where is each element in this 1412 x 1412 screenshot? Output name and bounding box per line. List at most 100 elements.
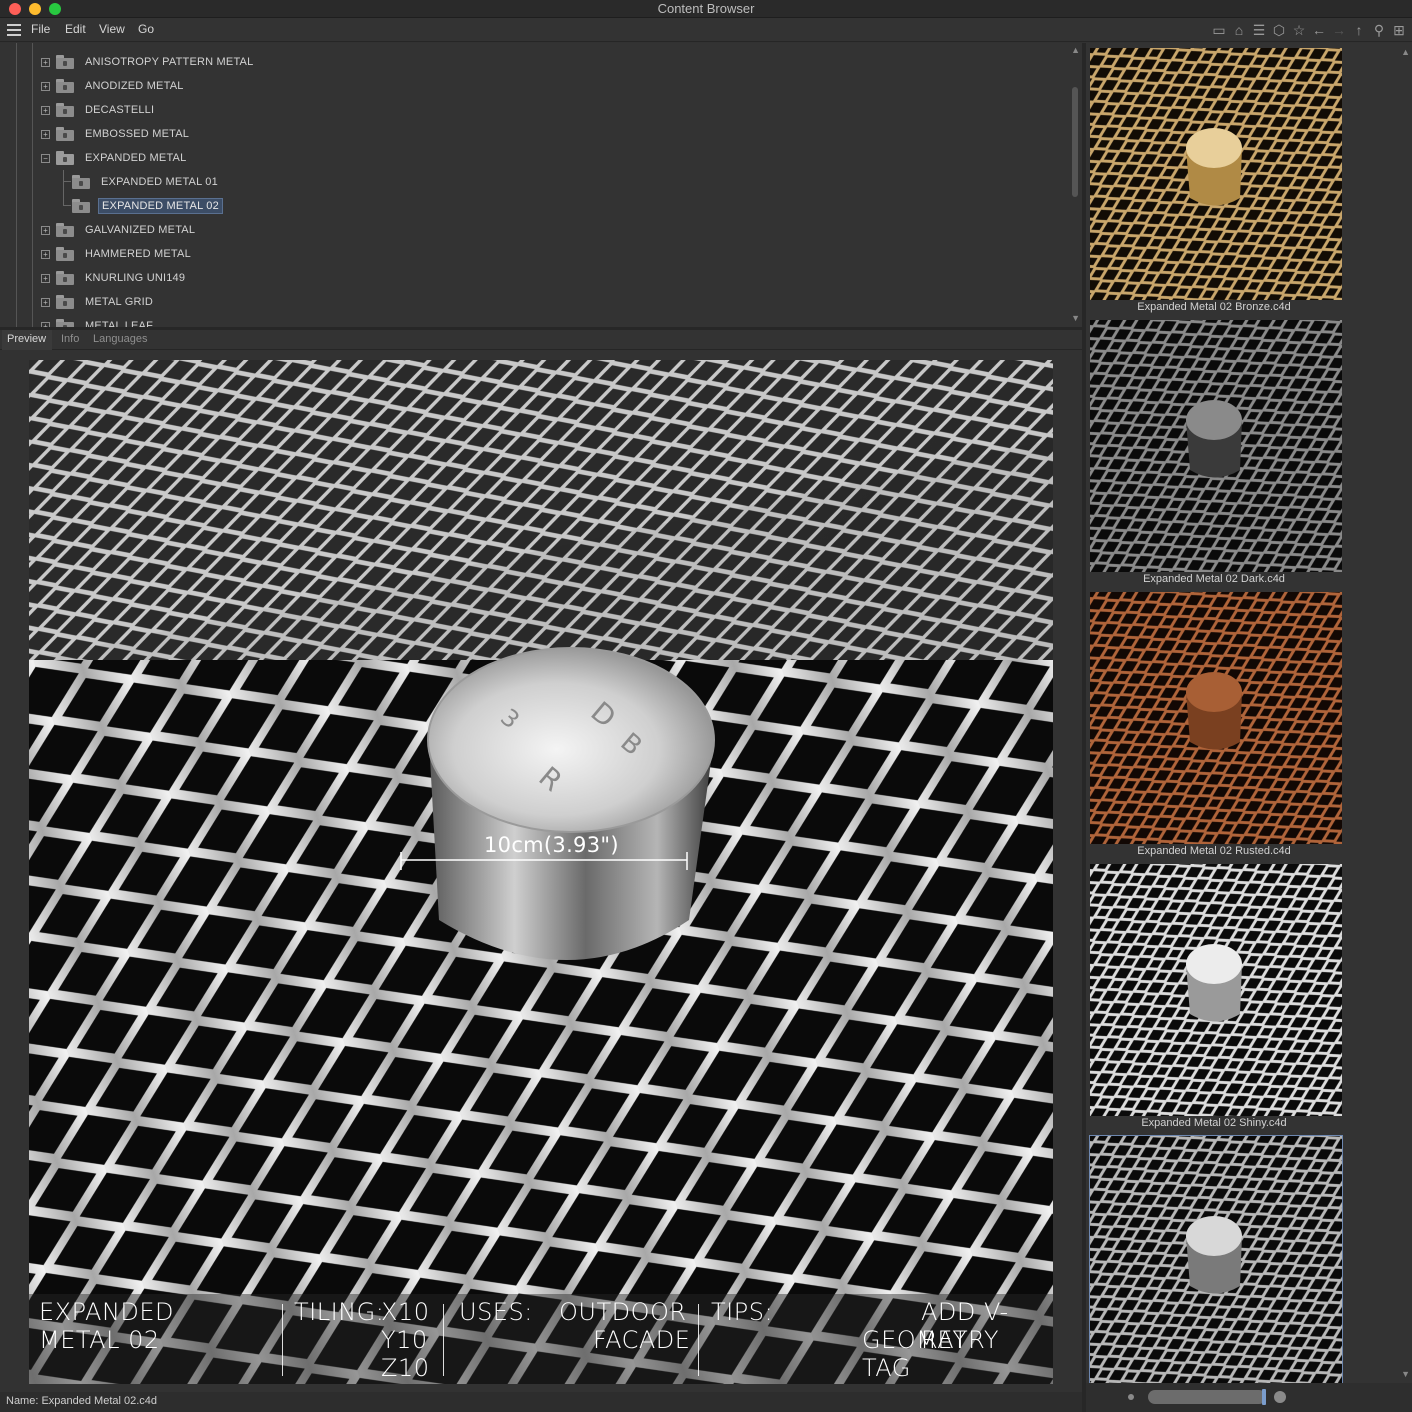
caption-tiling-label: TILING:	[294, 1298, 385, 1326]
expand-icon[interactable]: +	[41, 273, 50, 283]
tree-item-metal-leaf[interactable]: + METAL LEAF	[41, 315, 156, 327]
tree-item-decastelli[interactable]: + DECASTELLI	[41, 99, 157, 121]
folder-lock-icon	[56, 247, 74, 261]
folder-lock-icon	[56, 223, 74, 237]
folder-lock-icon	[56, 127, 74, 141]
zoom-slider[interactable]	[1148, 1390, 1266, 1404]
box-icon[interactable]: ⬡	[1270, 20, 1288, 40]
tree-item-expanded-metal-01[interactable]: EXPANDED METAL 01	[72, 171, 221, 193]
status-bar: Name: Expanded Metal 02.c4d	[0, 1392, 1082, 1412]
preview-tabs: Preview Info Languages	[0, 330, 1082, 350]
tree-item-label: EMBOSSED METAL	[85, 128, 190, 140]
caption-divider	[698, 1304, 699, 1376]
tab-info[interactable]: Info	[61, 333, 79, 345]
scroll-down-icon[interactable]: ▼	[1071, 313, 1080, 323]
tree-guide-line	[16, 43, 17, 327]
window-title: Content Browser	[657, 1, 755, 16]
tree-item-label: DECASTELLI	[85, 104, 155, 116]
title-bar: Content Browser	[0, 0, 1412, 18]
folder-lock-icon	[56, 55, 74, 69]
tree-item-embossed[interactable]: + EMBOSSED METAL	[41, 123, 192, 145]
tree-item-label: METAL LEAF	[85, 320, 154, 327]
menu-view[interactable]: View	[99, 22, 125, 36]
back-icon[interactable]: ←	[1310, 20, 1328, 40]
tree-item-label: ANISOTROPY PATTERN METAL	[85, 56, 254, 68]
caption-tips-label: TIPS:	[711, 1298, 774, 1326]
status-name: Name: Expanded Metal 02.c4d	[6, 1395, 158, 1407]
dimension-label: 10cm(3.93")	[484, 833, 619, 857]
thumbnail-zoom-bar	[1086, 1383, 1412, 1412]
expand-icon[interactable]: +	[41, 225, 50, 235]
tree-item-expanded-metal-02[interactable]: EXPANDED METAL 02	[72, 195, 223, 217]
tree-scrollbar[interactable]	[1072, 87, 1078, 197]
tree-item-label: EXPANDED METAL 01	[101, 176, 218, 188]
tree-item-hammered[interactable]: + HAMMERED METAL	[41, 243, 194, 265]
tree-item-metal-grid[interactable]: + METAL GRID	[41, 291, 156, 313]
menu-go[interactable]: Go	[138, 22, 154, 36]
zoom-in-icon[interactable]	[1274, 1391, 1286, 1403]
expanded-metal-render: D B 3 R	[29, 360, 1053, 1384]
home-icon[interactable]: ⌂	[1230, 20, 1248, 40]
tree-item-label: KNURLING UNI149	[85, 272, 186, 284]
expand-icon[interactable]: +	[41, 57, 50, 67]
thumbnail-image	[1090, 320, 1342, 572]
tree-item-label: HAMMERED METAL	[85, 248, 191, 260]
menu-file[interactable]: File	[31, 22, 50, 36]
folder-open-lock-icon	[56, 151, 74, 165]
thumbnail-image	[1090, 1136, 1342, 1383]
expand-icon[interactable]: +	[41, 297, 50, 307]
hamburger-menu-icon[interactable]	[7, 24, 21, 36]
tab-languages[interactable]: Languages	[93, 333, 147, 345]
thumbnail-bronze[interactable]	[1090, 48, 1342, 300]
folder-lock-icon	[56, 295, 74, 309]
caption-bar: EXPANDED METAL 02 TILING: X10 Y10 Z10 US…	[29, 1294, 1053, 1384]
toolbar: ▭ ⌂ ☰ ⬡ ☆ ← → ↑ ⚲ ⊞	[1210, 20, 1408, 40]
expand-icon[interactable]: +	[41, 81, 50, 91]
star-icon[interactable]: ☆	[1290, 20, 1308, 40]
thumbnail-dark[interactable]	[1090, 320, 1342, 572]
expand-icon[interactable]: +	[41, 105, 50, 115]
forward-icon[interactable]: →	[1330, 20, 1348, 40]
folder-lock-icon	[72, 175, 90, 189]
tree-guide-line	[32, 43, 33, 327]
tree-item-expanded-metal[interactable]: − EXPANDED METAL	[41, 147, 189, 169]
tree-item-galvanized[interactable]: + GALVANIZED METAL	[41, 219, 198, 241]
monitor-icon[interactable]: ▭	[1210, 20, 1228, 40]
tree-item-label: ANODIZED METAL	[85, 80, 184, 92]
add-icon[interactable]: ⊞	[1390, 20, 1408, 40]
zoom-slider-handle[interactable]	[1262, 1389, 1266, 1405]
folder-lock-icon	[56, 103, 74, 117]
thumbnail-image	[1090, 592, 1342, 844]
scroll-up-icon[interactable]: ▲	[1401, 47, 1410, 57]
caption-uses-line2: FACADE	[593, 1326, 691, 1354]
tree-item-knurling[interactable]: + KNURLING UNI149	[41, 267, 188, 289]
sliders-icon[interactable]: ☰	[1250, 20, 1268, 40]
thumbnail-label-rusted: Expanded Metal 02 Rusted.c4d	[1137, 845, 1291, 857]
expand-icon[interactable]: +	[41, 129, 50, 139]
caption-uses-line1: OUTDOOR	[559, 1298, 687, 1326]
tree-item-anodized[interactable]: + ANODIZED METAL	[41, 75, 187, 97]
zoom-out-icon[interactable]	[1128, 1394, 1134, 1400]
thumbnail-shiny[interactable]	[1090, 864, 1342, 1116]
folder-lock-icon	[56, 319, 74, 327]
thumbnail-image	[1090, 48, 1342, 300]
thumbnail-selected[interactable]	[1089, 1135, 1343, 1383]
collapse-icon[interactable]: −	[41, 153, 50, 163]
caption-tiling-z: Z10	[381, 1354, 430, 1382]
search-icon[interactable]: ⚲	[1370, 20, 1388, 40]
tab-preview[interactable]: Preview	[7, 333, 46, 345]
folder-lock-icon	[56, 271, 74, 285]
scroll-down-icon[interactable]: ▼	[1401, 1369, 1410, 1379]
scroll-up-icon[interactable]: ▲	[1071, 45, 1080, 55]
thumbnail-rusted[interactable]	[1090, 592, 1342, 844]
expand-icon[interactable]: +	[41, 249, 50, 259]
tree-item-label: METAL GRID	[85, 296, 154, 308]
tree-item-label: GALVANIZED METAL	[85, 224, 196, 236]
menu-bar: File Edit View Go ▭ ⌂ ☰ ⬡ ☆ ← → ↑ ⚲ ⊞	[0, 18, 1412, 42]
menu-edit[interactable]: Edit	[65, 22, 86, 36]
caption-tiling-x: X10	[381, 1298, 430, 1326]
tree-item-anisotropy[interactable]: + ANISOTROPY PATTERN METAL	[41, 51, 256, 73]
up-icon[interactable]: ↑	[1350, 20, 1368, 40]
thumbnail-panel: ▲ Expanded Metal 02 Bronze.c4d Expanded …	[1086, 43, 1412, 1383]
thumbnail-label-bronze: Expanded Metal 02 Bronze.c4d	[1137, 301, 1291, 313]
